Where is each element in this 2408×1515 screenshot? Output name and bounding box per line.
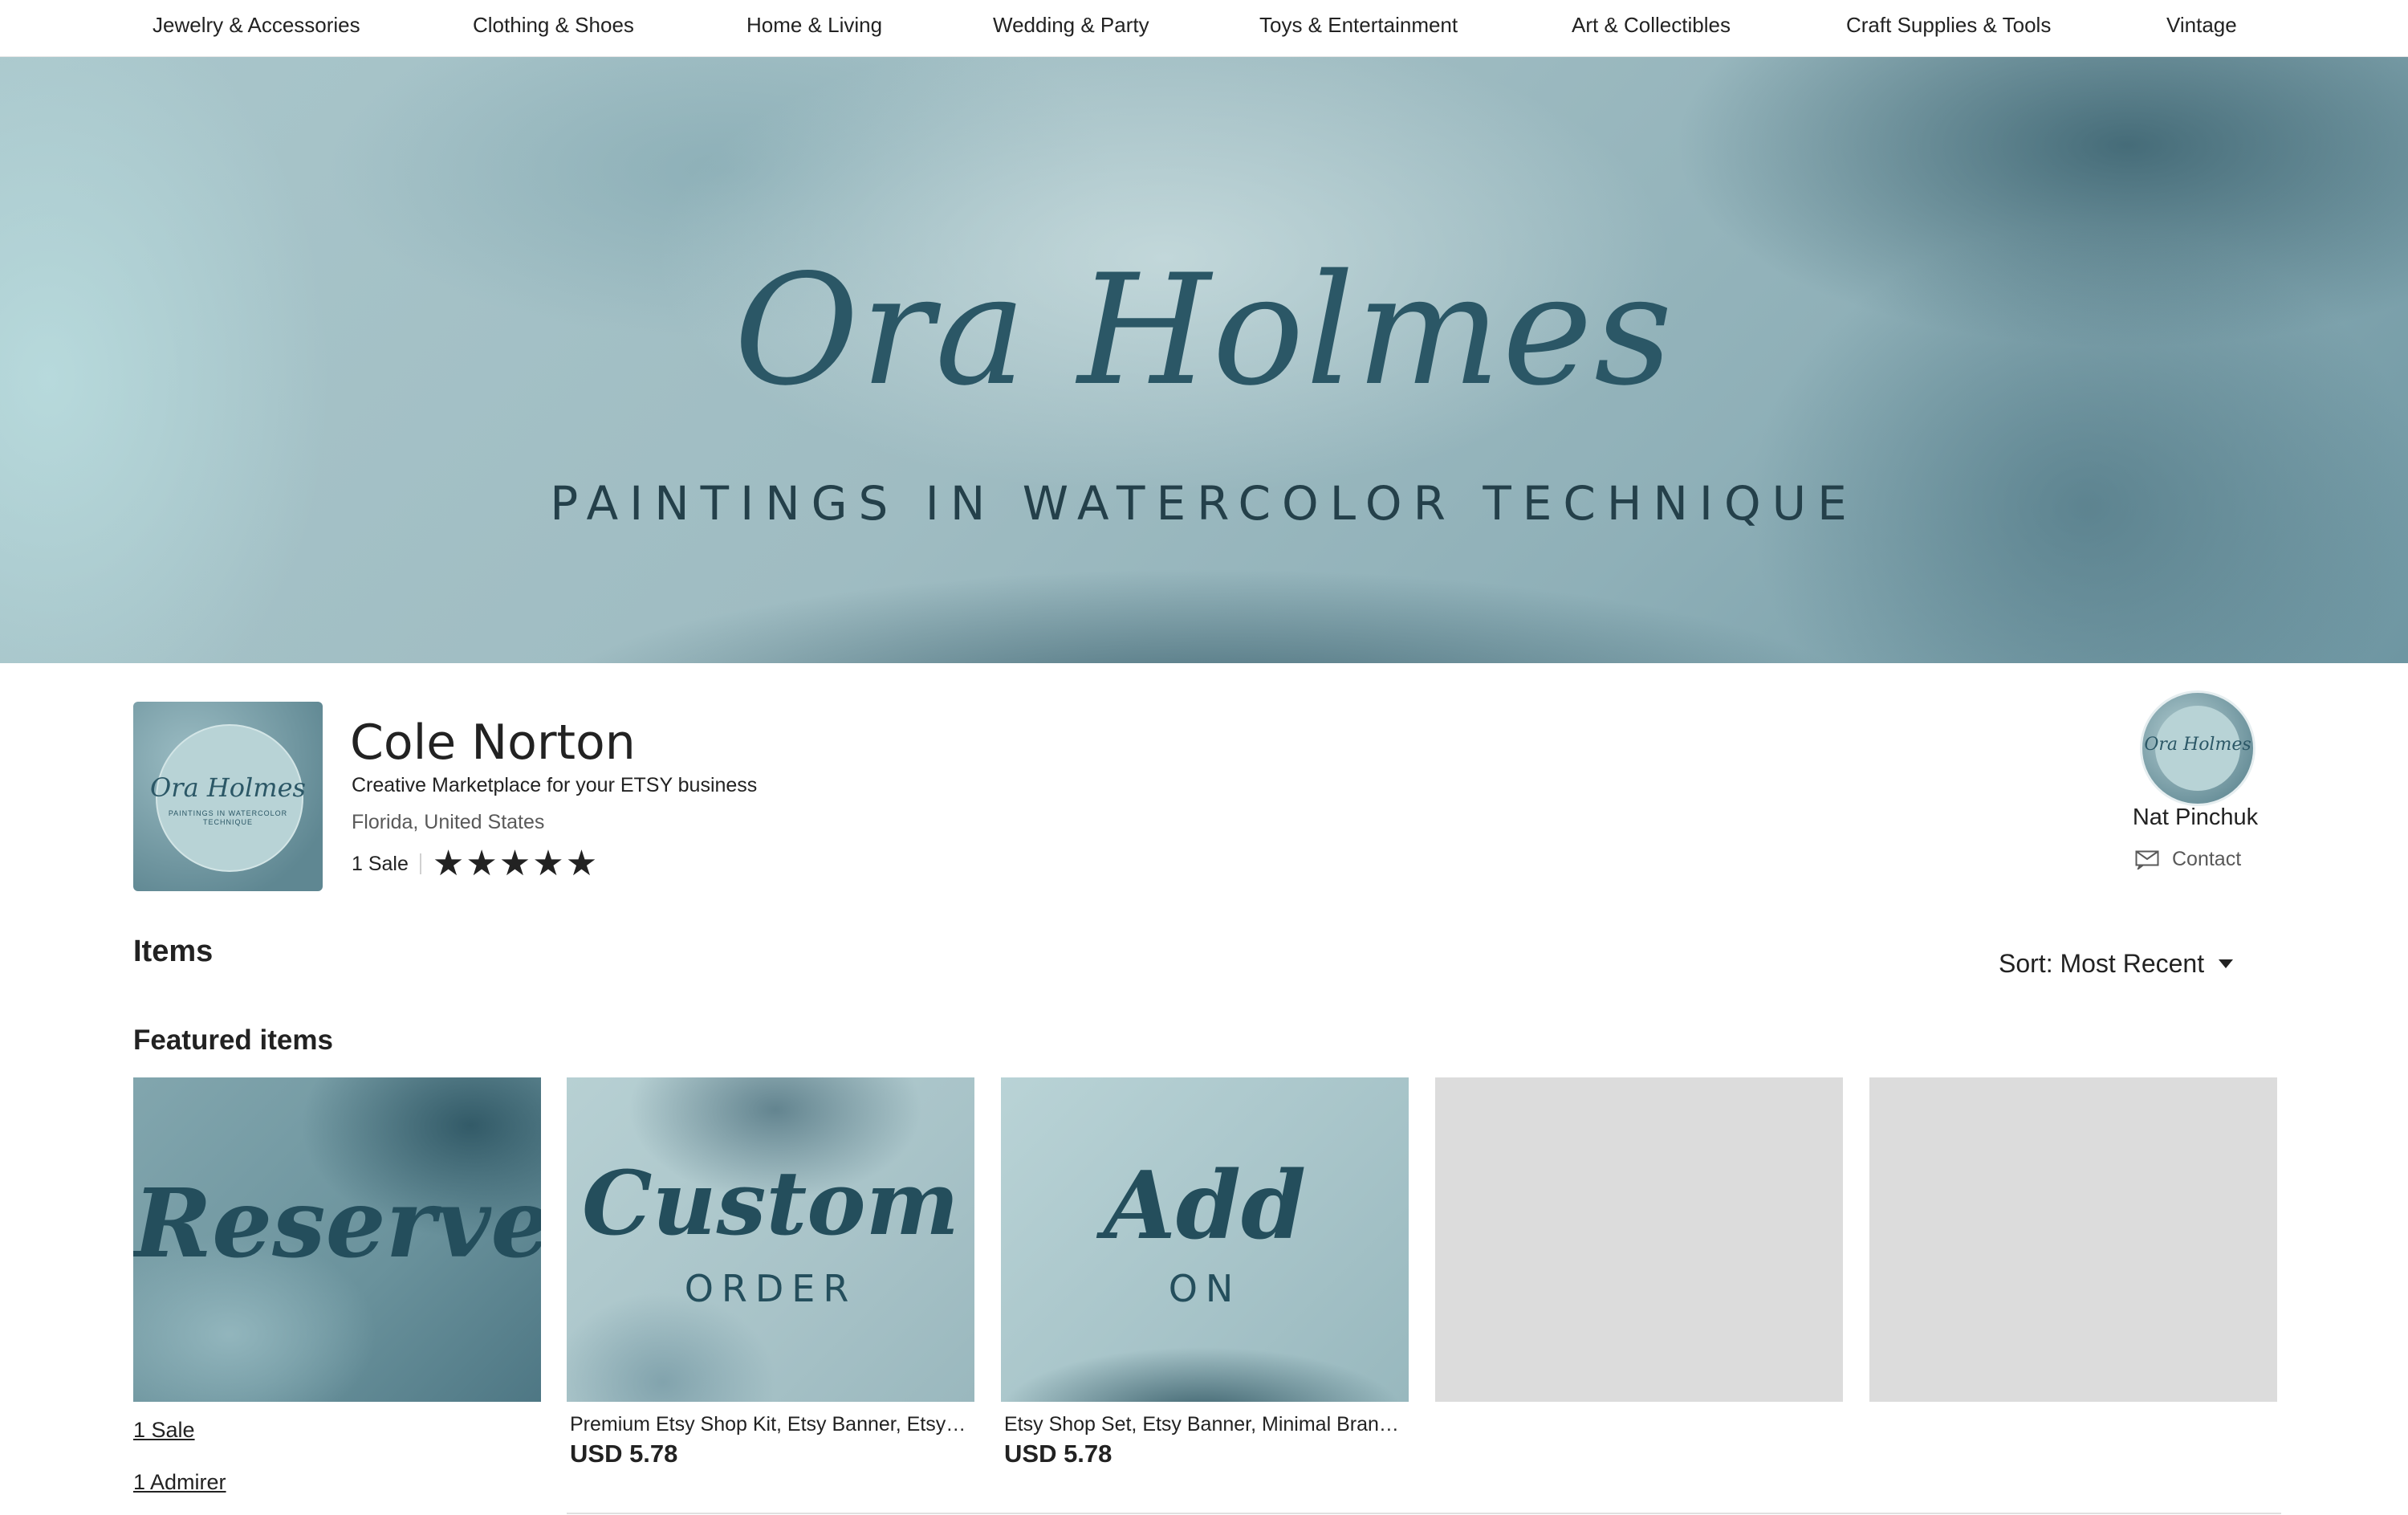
star-icon: ★ <box>498 844 531 883</box>
category-nav: Jewelry & Accessories Clothing & Shoes H… <box>0 0 2408 58</box>
shop-banner: Ora Holmes PAINTINGS IN WATERCOLOR TECHN… <box>0 57 2408 663</box>
star-icon: ★ <box>565 844 598 883</box>
featured-items-heading: Featured items <box>133 1024 333 1056</box>
item-thumbnail-placeholder[interactable] <box>1435 1077 1843 1402</box>
nav-wedding-party[interactable]: Wedding & Party <box>993 13 1149 38</box>
star-rating[interactable]: ★ ★ ★ ★ ★ <box>433 846 597 882</box>
banner-subtitle: PAINTINGS IN WATERCOLOR TECHNIQUE <box>550 476 1858 531</box>
item-thumbnail[interactable]: Reserved <box>133 1077 541 1402</box>
mail-icon <box>2135 850 2159 869</box>
item-thumbnail-script: Reserved <box>133 1167 541 1279</box>
featured-item-card: Custom ORDER Premium Etsy Shop Kit, Etsy… <box>567 1077 974 1468</box>
contact-label: Contact <box>2172 848 2242 870</box>
nav-clothing-shoes[interactable]: Clothing & Shoes <box>473 13 634 38</box>
item-thumbnail-placeholder[interactable] <box>1869 1077 2277 1402</box>
banner-title: Ora Holmes <box>734 242 1674 419</box>
item-thumbnail-caps: ORDER <box>684 1267 857 1310</box>
divider <box>567 1513 2281 1514</box>
shop-sales-rating: 1 Sale ★ ★ ★ ★ ★ <box>352 846 597 882</box>
item-thumbnail-script: Add <box>1103 1151 1307 1260</box>
items-heading: Items <box>133 935 214 968</box>
caret-down-icon <box>2219 959 2234 968</box>
item-thumbnail-caps: ON <box>1168 1267 1242 1310</box>
featured-item-card: Reserved 1 Sale 1 Admirer <box>133 1077 541 1495</box>
owner-avatar-text: Ora Holmes <box>2144 735 2251 755</box>
star-icon: ★ <box>532 844 564 883</box>
item-thumbnail[interactable]: Add ON <box>1001 1077 1409 1402</box>
featured-item-card: Add ON Etsy Shop Set, Etsy Banner, Minim… <box>1001 1077 1409 1468</box>
item-title[interactable]: Etsy Shop Set, Etsy Banner, Minimal Bran… <box>1001 1413 1405 1436</box>
nav-jewelry-accessories[interactable]: Jewelry & Accessories <box>153 13 360 38</box>
item-title[interactable]: Premium Etsy Shop Kit, Etsy Banner, Etsy… <box>567 1413 971 1436</box>
sort-dropdown[interactable]: Sort: Most Recent <box>1999 949 2234 979</box>
shop-logo-subtitle: PAINTINGS IN WATERCOLOR TECHNIQUE <box>168 809 288 826</box>
item-thumbnail-script: Custom <box>581 1151 960 1255</box>
owner-avatar[interactable]: Ora Holmes <box>2140 690 2255 806</box>
star-icon: ★ <box>466 844 498 883</box>
shop-tagline: Creative Marketplace for your ETSY busin… <box>352 774 758 796</box>
shop-name: Cole Norton <box>350 715 636 771</box>
nav-toys-entertainment[interactable]: Toys & Entertainment <box>1259 13 1458 38</box>
item-price: USD 5.78 <box>1004 1440 1112 1468</box>
item-thumbnail[interactable]: Custom ORDER <box>567 1077 974 1402</box>
nav-vintage[interactable]: Vintage <box>2166 13 2237 38</box>
shop-logo-title: Ora Holmes <box>150 772 306 803</box>
shop-location: Florida, United States <box>352 811 545 833</box>
featured-item-placeholder <box>1869 1077 2277 1402</box>
featured-item-placeholder <box>1435 1077 1843 1402</box>
contact-button[interactable]: Contact <box>2135 848 2241 871</box>
star-icon: ★ <box>432 844 465 883</box>
shop-sales-count[interactable]: 1 Sale <box>352 853 409 876</box>
nav-craft-supplies-tools[interactable]: Craft Supplies & Tools <box>1846 13 2051 38</box>
nav-home-living[interactable]: Home & Living <box>746 13 882 38</box>
item-price: USD 5.78 <box>570 1440 678 1468</box>
owner-name[interactable]: Nat Pinchuk <box>2087 804 2304 831</box>
sort-label: Sort: Most Recent <box>1999 949 2205 978</box>
divider <box>419 853 421 874</box>
item-sales-link[interactable]: 1 Sale <box>133 1418 541 1443</box>
item-admirers-link[interactable]: 1 Admirer <box>133 1470 541 1495</box>
shop-logo[interactable]: Ora Holmes PAINTINGS IN WATERCOLOR TECHN… <box>133 702 323 891</box>
nav-art-collectibles[interactable]: Art & Collectibles <box>1572 13 1731 38</box>
